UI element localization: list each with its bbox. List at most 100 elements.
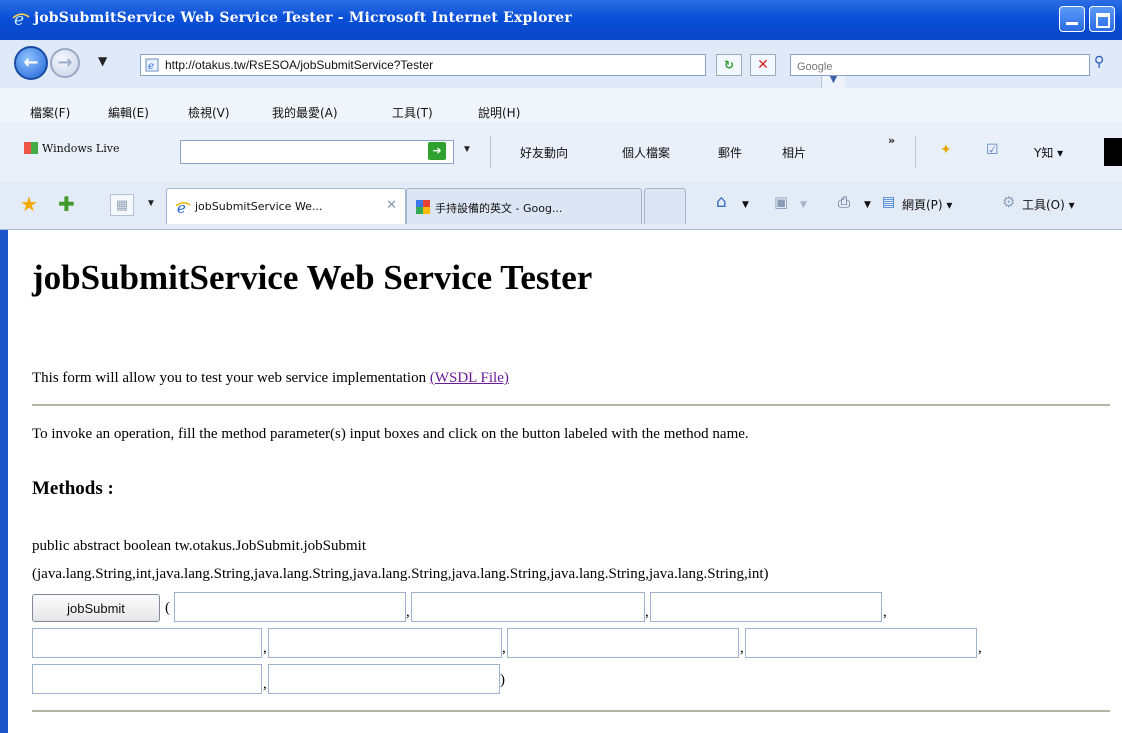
favorites-star-icon[interactable]: ★ — [20, 192, 38, 217]
live-photos-link[interactable]: 相片 — [782, 144, 806, 161]
address-toolbar: ← → ▼ e http://otakus.tw/RsESOA/jobSubmi… — [0, 40, 1122, 91]
minimize-button[interactable] — [1059, 6, 1085, 32]
menu-bar: 檔案(F) 編輯(E) 檢視(V) 我的最愛(A) 工具(T) 說明(H) — [0, 88, 1122, 122]
print-icon[interactable]: ⎙ — [838, 193, 850, 211]
live-search-input[interactable] — [180, 140, 454, 164]
param-input-2[interactable] — [411, 592, 645, 622]
methods-heading: Methods : — [32, 478, 114, 499]
yahoo-knowledge-menu[interactable]: Y知 ▾ — [1034, 144, 1063, 161]
jobsubmit-button[interactable]: jobSubmit — [32, 594, 160, 622]
ie-logo-icon: e — [12, 10, 30, 28]
param-input-7[interactable] — [745, 628, 977, 658]
comma: , — [978, 640, 982, 656]
windows-live-label: Windows Live — [42, 142, 120, 155]
method-signature-line-2: (java.lang.String,int,java.lang.String,j… — [32, 566, 769, 582]
print-dropdown-icon[interactable]: ▼ — [864, 200, 871, 210]
search-box[interactable] — [790, 54, 1090, 77]
tools-gear-icon: ⚙ — [1002, 193, 1016, 211]
menu-view[interactable]: 檢視(V) — [188, 104, 230, 121]
svg-text:e: e — [14, 10, 24, 28]
window-left-border — [0, 230, 8, 733]
toolbar-divider — [915, 136, 916, 168]
param-input-3[interactable] — [650, 592, 882, 622]
stop-button[interactable]: ✕ — [750, 54, 776, 76]
intro-sentence: This form will allow you to test your we… — [32, 370, 430, 386]
param-input-6[interactable] — [507, 628, 739, 658]
live-search-dropdown-icon[interactable]: ▼ — [462, 144, 472, 155]
comma: , — [502, 640, 506, 656]
live-star-icon[interactable]: ✦ — [940, 142, 952, 159]
more-chevron-icon[interactable]: » — [888, 134, 895, 147]
refresh-button[interactable]: ↻ — [716, 54, 742, 76]
toolbar-divider — [490, 136, 491, 168]
live-mail-link[interactable]: 郵件 — [718, 144, 742, 161]
ie-page-icon: e — [175, 199, 191, 215]
param-input-1[interactable] — [174, 592, 406, 622]
history-dropdown-icon[interactable]: ▼ — [98, 54, 107, 68]
wsdl-file-link[interactable]: (WSDL File) — [430, 370, 509, 386]
live-friends-link[interactable]: 好友動向 — [520, 144, 568, 161]
search-icon[interactable]: ⚲ — [1094, 54, 1104, 70]
feeds-dropdown-icon[interactable]: ▼ — [800, 200, 807, 210]
back-arrow-icon: ← — [23, 52, 39, 73]
live-checklist-icon[interactable]: ☑ — [986, 142, 999, 159]
comma: , — [406, 604, 410, 620]
intro-text: This form will allow you to test your we… — [32, 370, 509, 387]
svg-text:e: e — [177, 199, 186, 215]
forward-arrow-icon: → — [57, 52, 73, 73]
param-input-9[interactable] — [268, 664, 500, 694]
page-icon: ▤ — [882, 194, 896, 210]
comma: , — [263, 676, 267, 692]
page-icon: e — [145, 58, 159, 72]
address-field[interactable]: e http://otakus.tw/RsESOA/jobSubmitServi… — [140, 54, 845, 91]
comma: , — [740, 640, 744, 656]
live-search-go-icon[interactable]: ➜ — [428, 142, 446, 160]
close-tab-icon[interactable]: ✕ — [386, 198, 397, 213]
windows-flag-icon — [24, 142, 38, 154]
instructions-text: To invoke an operation, fill the method … — [32, 426, 749, 442]
back-button[interactable]: ← — [14, 46, 48, 80]
new-tab-button[interactable] — [644, 188, 686, 224]
search-input[interactable] — [791, 57, 1089, 77]
param-input-4[interactable] — [32, 628, 262, 658]
feeds-icon[interactable]: ▣ — [774, 193, 788, 211]
open-paren: ( — [165, 600, 170, 616]
page-title: jobSubmitService Web Service Tester — [32, 258, 593, 297]
tab-label: 手持設備的英文 - Goog... — [435, 202, 563, 215]
title-bar: e jobSubmitService Web Service Tester - … — [0, 0, 1122, 40]
home-icon[interactable]: ⌂ — [716, 192, 727, 212]
method-signature-line-1: public abstract boolean tw.otakus.JobSub… — [32, 538, 366, 554]
maximize-button[interactable] — [1089, 6, 1115, 32]
page-menu[interactable]: 網頁(P) ▾ — [902, 196, 952, 213]
tools-menu[interactable]: 工具(O) ▾ — [1022, 196, 1075, 213]
menu-favorites[interactable]: 我的最愛(A) — [272, 104, 338, 121]
param-input-5[interactable] — [268, 628, 502, 658]
window-title: jobSubmitService Web Service Tester - Mi… — [34, 10, 572, 26]
menu-edit[interactable]: 編輯(E) — [108, 104, 149, 121]
forward-button[interactable]: → — [50, 48, 80, 78]
menu-help[interactable]: 說明(H) — [478, 104, 520, 121]
add-favorite-icon[interactable]: ✚ — [58, 192, 75, 217]
quick-tabs-icon[interactable]: ▦ — [110, 194, 134, 216]
tab-google[interactable]: 手持設備的英文 - Goog... — [406, 188, 642, 224]
menu-file[interactable]: 檔案(F) — [30, 104, 70, 121]
svg-text:e: e — [148, 61, 154, 72]
tab-list-dropdown-icon[interactable]: ▼ — [146, 198, 156, 209]
home-dropdown-icon[interactable]: ▼ — [742, 200, 749, 210]
windows-live-logo[interactable]: Windows Live — [24, 142, 119, 155]
comma: , — [883, 604, 887, 620]
tab-label: jobSubmitService We... — [195, 200, 323, 213]
tab-bar: ★ ✚ ▦ ▼ e jobSubmitService We... ✕ 手持設備的… — [0, 182, 1122, 230]
tab-jobsubmitservice[interactable]: e jobSubmitService We... ✕ — [166, 188, 406, 224]
param-input-8[interactable] — [32, 664, 262, 694]
divider — [32, 710, 1110, 712]
close-paren: ) — [500, 672, 505, 688]
url-text: http://otakus.tw/RsESOA/jobSubmitService… — [165, 58, 434, 72]
menu-tools[interactable]: 工具(T) — [392, 104, 433, 121]
comma: , — [645, 604, 649, 620]
divider — [32, 404, 1110, 406]
windows-live-toolbar: Windows Live ➜ ▼ 好友動向 個人檔案 郵件 相片 » ✦ ☑ Y… — [0, 122, 1122, 182]
google-icon — [416, 200, 430, 214]
comma: , — [263, 640, 267, 656]
live-profile-link[interactable]: 個人檔案 — [622, 144, 670, 161]
